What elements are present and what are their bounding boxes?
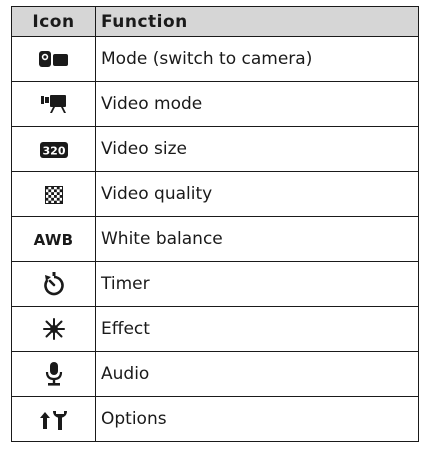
video-size-320-icon: 320 [39, 141, 68, 159]
table-row: Mode (switch to camera) [11, 36, 419, 82]
table-row: AWB White balance [11, 216, 419, 262]
function-label: Effect [95, 306, 419, 352]
icon-column-header: Icon [11, 6, 96, 37]
table-row: Options [11, 396, 419, 442]
icon-function-table: Icon Function Mode (switch to camera) Vi… [11, 6, 419, 442]
function-label: White balance [95, 216, 419, 262]
table-row: Video mode [11, 81, 419, 127]
function-label: Options [95, 396, 419, 442]
table-row: Effect [11, 306, 419, 352]
function-label: Video mode [95, 81, 419, 127]
function-column-header: Function [95, 6, 419, 37]
options-icon [39, 408, 68, 430]
video-quality-icon [44, 185, 63, 204]
table-row: 320 Video size [11, 126, 419, 172]
svg-text:320: 320 [42, 144, 65, 157]
function-label: Mode (switch to camera) [95, 36, 419, 82]
timer-icon [43, 272, 65, 296]
function-label: Timer [95, 261, 419, 307]
table-row: Audio [11, 351, 419, 397]
table-row: Video quality [11, 171, 419, 217]
white-balance-icon: AWB [33, 230, 74, 249]
function-label: Audio [95, 351, 419, 397]
function-label: Video quality [95, 171, 419, 217]
microphone-icon [45, 362, 63, 386]
table-row: Timer [11, 261, 419, 307]
camera-mode-icon [38, 50, 69, 69]
effect-icon [42, 318, 65, 340]
video-mode-icon [40, 94, 67, 114]
table-header-row: Icon Function [11, 6, 419, 37]
function-label: Video size [95, 126, 419, 172]
